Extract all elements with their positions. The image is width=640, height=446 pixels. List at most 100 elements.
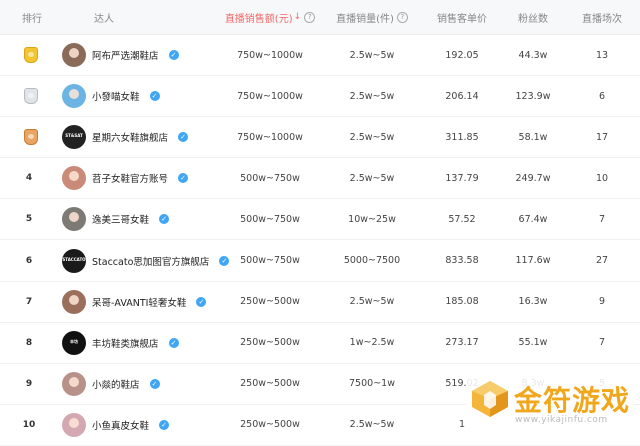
rank-number: 6 bbox=[25, 255, 33, 266]
table-row[interactable]: 阿布严选潮鞋店 ✓ 750w~1000w 2.5w~5w 192.05 44.3w 13 bbox=[0, 35, 640, 77]
header-fans[interactable]: 粉丝数 bbox=[502, 10, 564, 25]
live-count-cell: 6 bbox=[598, 90, 606, 102]
avatar[interactable] bbox=[62, 289, 86, 314]
talent-cell[interactable]: 小燚的鞋店 ✓ bbox=[62, 371, 218, 396]
table-row[interactable]: 4 苕子女鞋官方账号 ✓ 500w~750w 2.5w~5w 137.79 249.7w 10 bbox=[0, 158, 640, 200]
live-count-cell: 17 bbox=[595, 131, 609, 143]
talent-name[interactable]: 阿布严选潮鞋店 bbox=[92, 48, 159, 62]
avatar[interactable] bbox=[62, 84, 86, 109]
watermark-text: 金符游戏 bbox=[514, 384, 631, 417]
header-sales-amount[interactable]: 直播销售额(元) ↓ ? bbox=[218, 10, 322, 25]
rank-cell bbox=[0, 47, 62, 64]
rank-cell: 7 bbox=[0, 297, 62, 307]
talent-name[interactable]: 星期六女鞋旗舰店 bbox=[92, 130, 168, 144]
sales-amount-cell: 250w~500w bbox=[240, 337, 300, 349]
talent-cell[interactable]: ST&SAT 星期六女鞋旗舰店 ✓ bbox=[62, 125, 218, 150]
talent-cell[interactable]: 小發喵女鞋 ✓ bbox=[62, 84, 218, 109]
live-count-cell: 7 bbox=[598, 213, 606, 225]
talent-cell[interactable]: 丰坊 丰坊鞋类旗舰店 ✓ bbox=[62, 330, 218, 355]
rank-number: 7 bbox=[25, 296, 33, 307]
sort-desc-icon[interactable]: ↓ bbox=[294, 12, 302, 22]
table-row[interactable]: 7 呆哥-AVANTI轻奢女鞋 ✓ 250w~500w 2.5w~5w 185.08 16.… bbox=[0, 282, 640, 323]
avatar[interactable] bbox=[62, 43, 86, 68]
verified-icon: ✓ bbox=[178, 173, 189, 184]
live-count-cell: 7 bbox=[598, 337, 606, 349]
fans-cell: 67.4w bbox=[518, 213, 548, 225]
talent-cell[interactable]: 阿布严选潮鞋店 ✓ bbox=[62, 43, 218, 68]
table-row[interactable]: 8 丰坊 丰坊鞋类旗舰店 ✓ 250w~500w 1w~2.5w 273.17 55.1w 7 bbox=[0, 323, 640, 364]
fans-cell: 117.6w bbox=[515, 255, 551, 267]
unit-price-cell: 192.05 bbox=[445, 49, 479, 61]
help-icon[interactable]: ? bbox=[304, 11, 316, 23]
talent-name[interactable]: 丰坊鞋类旗舰店 bbox=[92, 336, 159, 350]
table-row[interactable]: 6 STACCATO Staccato思加图官方旗舰店 ✓ 500w~750w 5000~… bbox=[0, 240, 640, 282]
live-count-cell: 10 bbox=[595, 172, 609, 184]
verified-icon: ✓ bbox=[149, 378, 160, 389]
sales-amount-cell: 500w~750w bbox=[240, 213, 300, 225]
avatar[interactable] bbox=[62, 166, 86, 191]
watermark-logo-icon bbox=[472, 381, 508, 417]
header-live-count[interactable]: 直播场次 bbox=[564, 10, 640, 25]
verified-icon: ✓ bbox=[149, 91, 160, 102]
sales-volume-cell: 10w~25w bbox=[348, 213, 396, 225]
talent-name[interactable]: 小燚的鞋店 bbox=[92, 377, 140, 391]
talent-name[interactable]: 小鱼真皮女鞋 bbox=[92, 418, 149, 432]
avatar[interactable] bbox=[62, 207, 86, 232]
rank-cell: 6 bbox=[0, 256, 62, 266]
watermark: 金符游戏 www.yikajinfu.com bbox=[466, 373, 634, 431]
avatar[interactable] bbox=[62, 412, 86, 437]
talent-name[interactable]: 小發喵女鞋 bbox=[92, 89, 140, 103]
header-sales-volume-label: 直播销量(件) bbox=[336, 13, 394, 25]
rank-cell bbox=[0, 129, 62, 146]
header-sales-volume[interactable]: 直播销量(件) ? bbox=[322, 10, 422, 25]
sales-volume-cell: 2.5w~5w bbox=[349, 419, 395, 431]
rank-number: 9 bbox=[25, 378, 33, 389]
fans-cell: 249.7w bbox=[515, 172, 551, 184]
talent-cell[interactable]: STACCATO Staccato思加图官方旗舰店 ✓ bbox=[62, 248, 230, 273]
talent-name[interactable]: Staccato思加图官方旗舰店 bbox=[92, 254, 209, 268]
talent-cell[interactable]: 逸美三哥女鞋 ✓ bbox=[62, 207, 218, 232]
rank-cell: 10 bbox=[0, 420, 62, 430]
header-talent: 达人 bbox=[94, 13, 114, 25]
unit-price-cell: 833.58 bbox=[445, 255, 479, 267]
talent-name[interactable]: 苕子女鞋官方账号 bbox=[92, 171, 168, 185]
header-rank: 排行 bbox=[22, 13, 42, 25]
help-icon[interactable]: ? bbox=[396, 11, 408, 23]
avatar-face bbox=[69, 294, 79, 305]
live-count-cell: 9 bbox=[598, 296, 606, 308]
table-row[interactable]: 5 逸美三哥女鞋 ✓ 500w~750w 10w~25w 57.52 67.4w 7 bbox=[0, 199, 640, 241]
avatar[interactable]: 丰坊 bbox=[62, 330, 86, 355]
avatar[interactable]: STACCATO bbox=[62, 248, 86, 273]
sales-amount-cell: 750w~1000w bbox=[237, 49, 303, 61]
unit-price-cell: 185.08 bbox=[445, 296, 479, 308]
unit-price-cell: 311.85 bbox=[445, 131, 479, 143]
talent-cell[interactable]: 呆哥-AVANTI轻奢女鞋 ✓ bbox=[62, 289, 218, 314]
avatar-face bbox=[69, 89, 79, 100]
table-row[interactable]: ST&SAT 星期六女鞋旗舰店 ✓ 750w~1000w 2.5w~5w 311.85 58… bbox=[0, 117, 640, 159]
unit-price-cell: 206.14 bbox=[445, 90, 479, 102]
sales-volume-cell: 2.5w~5w bbox=[349, 90, 395, 102]
talent-cell[interactable]: 苕子女鞋官方账号 ✓ bbox=[62, 166, 218, 191]
unit-price-cell: 137.79 bbox=[445, 172, 479, 184]
avatar-logo-text: 丰坊 bbox=[70, 338, 78, 344]
avatar[interactable] bbox=[62, 371, 86, 396]
talent-cell[interactable]: 小鱼真皮女鞋 ✓ bbox=[62, 412, 218, 437]
avatar-face bbox=[69, 212, 79, 223]
sales-amount-cell: 250w~500w bbox=[240, 296, 300, 308]
header-sales-amount-label: 直播销售额(元) bbox=[224, 13, 293, 25]
verified-icon: ✓ bbox=[159, 419, 170, 430]
rank-cell: 8 bbox=[0, 338, 62, 348]
verified-icon: ✓ bbox=[168, 50, 179, 61]
header-unit-price[interactable]: 销售客单价 bbox=[422, 10, 502, 25]
talent-name[interactable]: 逸美三哥女鞋 bbox=[92, 212, 149, 226]
talent-name[interactable]: 呆哥-AVANTI轻奢女鞋 bbox=[92, 295, 186, 309]
avatar-face bbox=[69, 376, 79, 387]
table-row[interactable]: 小發喵女鞋 ✓ 750w~1000w 2.5w~5w 206.14 123.9w 6 bbox=[0, 76, 640, 118]
sales-volume-cell: 7500~1w bbox=[349, 378, 395, 390]
fans-cell: 16.3w bbox=[518, 296, 548, 308]
avatar-logo-text: ST&SAT bbox=[65, 133, 83, 139]
avatar-face bbox=[69, 417, 79, 428]
avatar[interactable]: ST&SAT bbox=[62, 125, 86, 150]
sales-volume-cell: 5000~7500 bbox=[343, 255, 401, 267]
rank-number: 4 bbox=[25, 173, 33, 184]
